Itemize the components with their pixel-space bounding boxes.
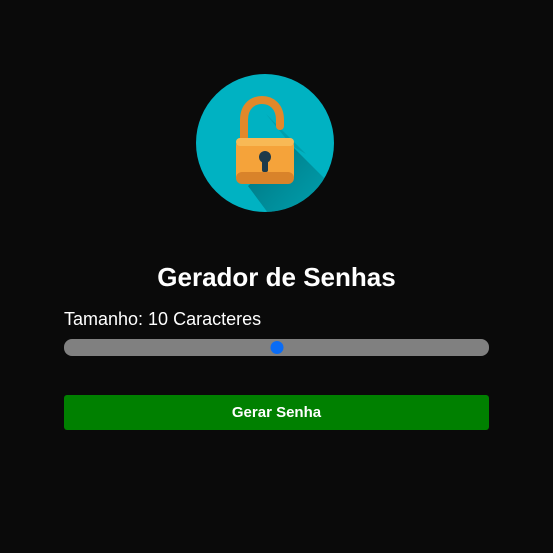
length-slider[interactable] (64, 339, 489, 356)
page-title: Gerador de Senhas (157, 262, 396, 292)
open-padlock-icon (196, 74, 334, 212)
slider-thumb[interactable] (270, 341, 283, 354)
password-generator-page: Gerador de Senhas Tamanho: 10 Caracteres… (0, 0, 553, 553)
length-label: Tamanho: 10 Caracteres (64, 309, 262, 329)
padlock-logo (196, 74, 334, 212)
generate-password-button[interactable]: Gerar Senha (64, 395, 489, 430)
